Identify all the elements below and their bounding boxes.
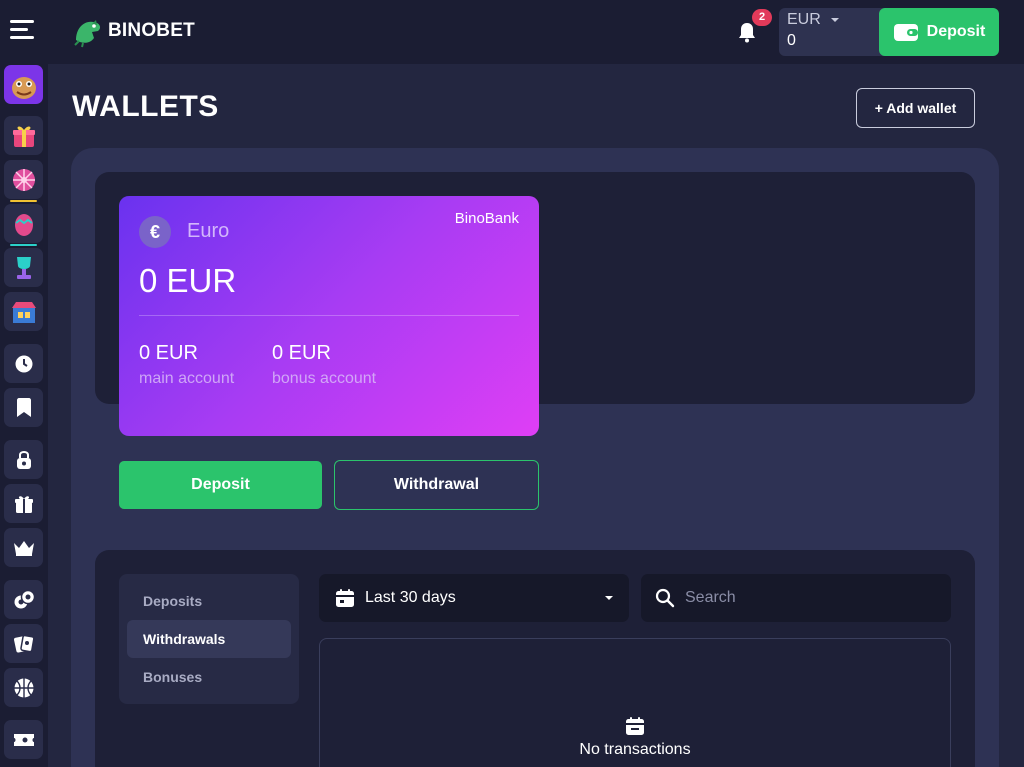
main-account-value: 0 EUR xyxy=(139,342,198,364)
gift-box-icon xyxy=(12,126,35,147)
dino-avatar xyxy=(11,76,36,99)
clock-icon xyxy=(15,355,32,372)
wheel-accent-line xyxy=(10,200,37,202)
brand-logo[interactable]: BINOBET xyxy=(70,14,195,48)
empty-calendar-icon xyxy=(626,717,644,735)
sidebar-item-wheel[interactable] xyxy=(4,160,43,202)
history-tabs: Deposits Withdrawals Bonuses xyxy=(119,574,299,704)
wallet-total: 0 EUR xyxy=(139,262,237,299)
card-divider xyxy=(139,315,519,316)
main-account: 0 EUR main account xyxy=(139,342,234,388)
basketball-icon xyxy=(14,678,33,697)
sidebar-item-account[interactable] xyxy=(4,440,43,479)
currency-selector[interactable]: EUR 0 xyxy=(779,8,889,56)
tab-deposits[interactable]: Deposits xyxy=(127,582,291,620)
sidebar-item-favorites[interactable] xyxy=(4,388,43,427)
egg-accent-line xyxy=(10,244,37,246)
search-box[interactable] xyxy=(641,574,951,622)
search-icon xyxy=(655,588,675,608)
sidebar-item-cards[interactable] xyxy=(4,624,43,663)
header-deposit-label: Deposit xyxy=(926,23,986,40)
bank-name: BinoBank xyxy=(454,210,519,227)
sidebar-item-tickets[interactable] xyxy=(4,720,43,759)
ticket-icon xyxy=(13,733,34,746)
brand-name: BINOBET xyxy=(108,20,195,41)
top-bar: BINOBET 2 EUR 0 Deposit xyxy=(0,0,1024,64)
wheel-icon xyxy=(12,168,35,191)
sidebar-item-dino-avatar[interactable] xyxy=(4,65,43,104)
chevron-down-icon xyxy=(830,18,839,22)
withdrawal-button[interactable]: Withdrawal xyxy=(334,460,539,510)
currency-code: EUR xyxy=(787,11,821,28)
dino-logo-icon xyxy=(74,20,101,48)
tab-bonuses[interactable]: Bonuses xyxy=(127,658,291,696)
gift-icon xyxy=(14,495,33,513)
sidebar-item-gift-box[interactable] xyxy=(4,116,43,155)
wallet-icon xyxy=(893,24,918,41)
sidebar-item-shop[interactable] xyxy=(4,292,43,331)
wallet-card[interactable]: € Euro BinoBank 0 EUR 0 EUR main account… xyxy=(119,196,539,436)
sidebar-item-casino[interactable] xyxy=(4,580,43,619)
crown-icon xyxy=(13,540,34,556)
sidebar-item-vip[interactable] xyxy=(4,528,43,567)
page-title: WALLETS xyxy=(72,90,219,123)
date-range-select[interactable]: Last 30 days xyxy=(319,574,629,622)
chevron-down-icon xyxy=(605,596,613,600)
calendar-icon xyxy=(336,589,354,607)
euro-icon: € xyxy=(139,216,171,248)
search-input[interactable] xyxy=(685,589,925,607)
date-range-value: Last 30 days xyxy=(365,589,456,606)
main-account-label: main account xyxy=(139,370,235,387)
sidebar-item-sports[interactable] xyxy=(4,668,43,707)
hamburger-menu-icon[interactable] xyxy=(10,20,36,44)
sidebar-item-recent[interactable] xyxy=(4,344,43,383)
lock-icon xyxy=(16,450,31,469)
shop-icon xyxy=(11,301,36,323)
bonus-account-label: bonus account xyxy=(272,370,377,387)
egg-icon xyxy=(14,213,33,236)
deposit-button[interactable]: Deposit xyxy=(119,461,322,509)
empty-state-text: No transactions xyxy=(579,741,691,758)
sidebar-item-trophy[interactable] xyxy=(4,248,43,287)
bonus-account-value: 0 EUR xyxy=(272,342,331,364)
chips-icon xyxy=(14,589,35,608)
bookmark-icon xyxy=(16,397,31,417)
currency-code-row: EUR xyxy=(787,11,881,29)
add-wallet-button[interactable]: + Add wallet xyxy=(856,88,975,128)
tab-withdrawals[interactable]: Withdrawals xyxy=(127,620,291,658)
bonus-account: 0 EUR bonus account xyxy=(272,342,376,388)
sidebar-item-bonuses[interactable] xyxy=(4,484,43,523)
sidebar-item-egg[interactable] xyxy=(4,204,43,246)
cards-icon xyxy=(13,634,35,652)
balance-value: 0 xyxy=(787,32,796,49)
wallet-name: Euro xyxy=(187,220,230,242)
trophy-icon xyxy=(16,256,31,279)
header-deposit-button[interactable]: Deposit xyxy=(879,8,999,56)
sidebar xyxy=(0,64,48,767)
notification-count-badge: 2 xyxy=(752,9,772,26)
